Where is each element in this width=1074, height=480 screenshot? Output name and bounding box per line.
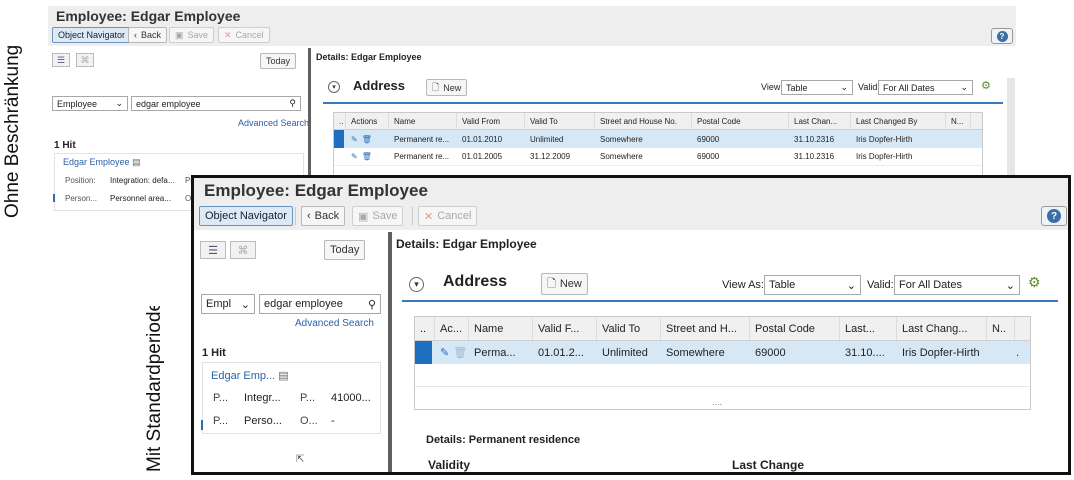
row-selector[interactable] — [334, 130, 344, 148]
back-cell: 31.12.2009 — [530, 152, 571, 161]
back-result-key: Position: — [65, 176, 96, 185]
cancel-icon: ✕ — [224, 29, 232, 40]
back-cell: Permanent re... — [394, 152, 450, 161]
back-header-street[interactable]: Street and House No. — [595, 113, 692, 129]
back-cell: Iris Dopfer-Hirth — [856, 134, 913, 144]
back-result-accent — [53, 194, 55, 202]
pencil-icon[interactable]: ✎ — [351, 135, 358, 144]
back-section-title: Address — [353, 78, 406, 93]
chevron-down-icon: ⌄ — [115, 98, 123, 108]
back-search-type-select[interactable]: Employee ⌄ — [52, 96, 128, 111]
back-cell: 31.10.2316 — [794, 152, 835, 161]
back-today-button[interactable]: Today — [260, 53, 297, 69]
back-arrow-icon: ‹ — [134, 30, 137, 40]
back-cell: Permanent re... — [394, 134, 450, 144]
back-collapse-icon[interactable]: ▾ — [328, 81, 340, 93]
back-header-valid-to[interactable]: Valid To — [525, 113, 595, 129]
back-help-button[interactable]: ? — [991, 28, 1013, 44]
pencil-icon[interactable]: ✎ — [351, 152, 358, 161]
back-table-header: .. Actions Name Valid From Valid To Stre… — [334, 113, 982, 130]
back-cell: 01.01.2010 — [462, 134, 503, 144]
back-view-as-select[interactable]: Table ⌄ — [781, 80, 853, 95]
trash-icon[interactable]: 🗑 — [362, 152, 372, 161]
chevron-down-icon: ⌄ — [840, 82, 848, 92]
back-binoculars-icon[interactable]: ⌘ — [76, 53, 94, 67]
back-header-selector: .. — [334, 113, 346, 129]
back-new-button[interactable]: 🗋 New — [426, 79, 468, 96]
back-header-name[interactable]: Name — [389, 113, 457, 129]
back-cell: 69000 — [697, 134, 720, 144]
back-cell: Unlimited — [530, 134, 564, 144]
table-row[interactable]: ✎ 🗑 Permanent re... 01.01.2005 31.12.2009… — [334, 148, 982, 166]
back-row-actions: ✎ 🗑 — [346, 130, 389, 148]
new-document-icon: 🗋 — [432, 81, 440, 92]
back-object-navigator-button[interactable]: Object Navigator — [52, 27, 132, 43]
help-icon: ? — [996, 30, 1008, 42]
back-page-title: Employee: Edgar Employee — [56, 8, 241, 24]
back-row-actions: ✎ 🗑 — [346, 148, 389, 165]
front-screenshot-frame — [191, 175, 1071, 475]
back-result-key: Person... — [65, 194, 98, 203]
back-details-title: Details: Edgar Employee — [316, 52, 422, 62]
back-hit-count: 1 Hit — [54, 140, 76, 151]
back-cell: Somewhere — [600, 152, 643, 161]
back-cancel-button[interactable]: ✕ Cancel — [218, 27, 270, 43]
back-result-value: Integration: defa... — [110, 176, 175, 185]
back-header-n[interactable]: N... — [946, 113, 971, 129]
back-back-button[interactable]: ‹ Back — [128, 27, 168, 43]
back-result-name-link[interactable]: Edgar Employee ▤ — [63, 157, 141, 168]
back-header-postal-code[interactable]: Postal Code — [692, 113, 789, 129]
back-cell: 69000 — [697, 152, 720, 161]
back-result-value: Personnel area... — [110, 194, 171, 203]
table-row[interactable]: ✎ 🗑 Permanent re... 01.01.2010 Unlimited … — [334, 130, 982, 148]
back-cell: 01.01.2005 — [462, 152, 503, 161]
back-cell: Somewhere — [600, 134, 643, 144]
back-valid-select[interactable]: For All Dates ⌄ — [878, 80, 973, 95]
label-mit-standardperiode: Mit Standardperiode — [144, 300, 165, 472]
trash-icon[interactable]: 🗑 — [362, 135, 372, 144]
save-icon: ▣ — [175, 29, 184, 40]
back-header-actions[interactable]: Actions — [346, 113, 389, 129]
person-settings-icon[interactable]: ⚙ — [981, 79, 991, 92]
back-save-button[interactable]: ▣ Save — [169, 27, 215, 43]
back-search-input[interactable]: edgar employee ⚲ — [131, 96, 301, 111]
back-header-valid-from[interactable]: Valid From — [457, 113, 525, 129]
back-section-underline — [323, 102, 1003, 104]
back-header-last-changed-by[interactable]: Last Changed By — [851, 113, 946, 129]
back-header-last-changed[interactable]: Last Chan... — [789, 113, 851, 129]
back-cell: Iris Dopfer-Hirth — [856, 152, 913, 161]
back-list-view-icon[interactable]: ☰ — [52, 53, 70, 67]
back-cell: 31.10.2316 — [794, 134, 835, 144]
search-icon: ⚲ — [289, 98, 296, 108]
details-icon: ▤ — [132, 157, 141, 167]
back-valid-label: Valid: — [858, 82, 880, 92]
back-advanced-search-link[interactable]: Advanced Search — [238, 118, 309, 128]
label-ohne-beschraenkung: Ohne Beschränkung — [2, 44, 23, 218]
chevron-down-icon: ⌄ — [960, 82, 968, 92]
